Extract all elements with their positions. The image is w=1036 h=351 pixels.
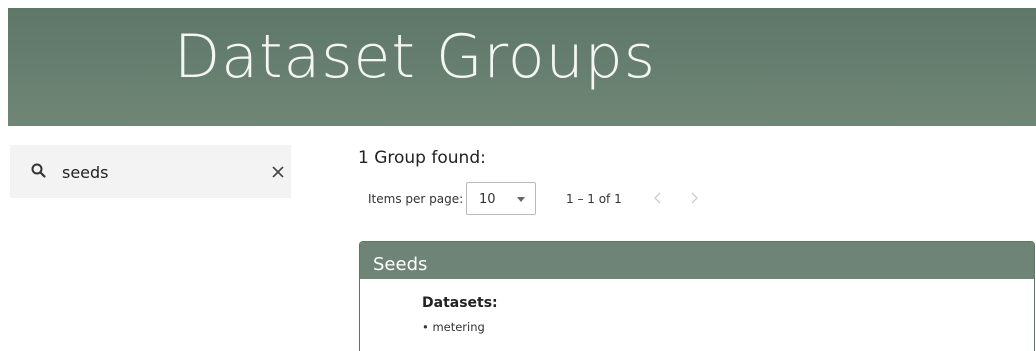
search-icon — [31, 163, 46, 178]
items-per-page-label: Items per page: — [368, 192, 464, 206]
page-title: Dataset Groups — [174, 22, 656, 92]
results-summary: 1 Group found: — [358, 148, 486, 168]
list-item: • metering — [422, 320, 485, 334]
page-header: Dataset Groups — [8, 8, 1036, 126]
close-icon[interactable] — [268, 162, 288, 182]
group-card[interactable]: Seeds Datasets: • metering — [359, 241, 1035, 351]
search-input[interactable] — [62, 159, 242, 185]
page-range-label: 1 – 1 of 1 — [566, 192, 622, 206]
chevron-down-icon — [517, 197, 525, 202]
chevron-right-icon[interactable] — [684, 188, 704, 208]
paginator: Items per page: 10 1 – 1 of 1 — [358, 182, 758, 216]
group-card-title[interactable]: Seeds — [360, 242, 1034, 279]
datasets-label: Datasets: — [422, 295, 498, 311]
chevron-left-icon[interactable] — [648, 188, 668, 208]
group-card-body: Datasets: • metering — [360, 279, 1034, 351]
items-per-page-select[interactable]: 10 — [466, 182, 536, 215]
search-box — [10, 145, 291, 198]
items-per-page-value: 10 — [479, 192, 496, 207]
